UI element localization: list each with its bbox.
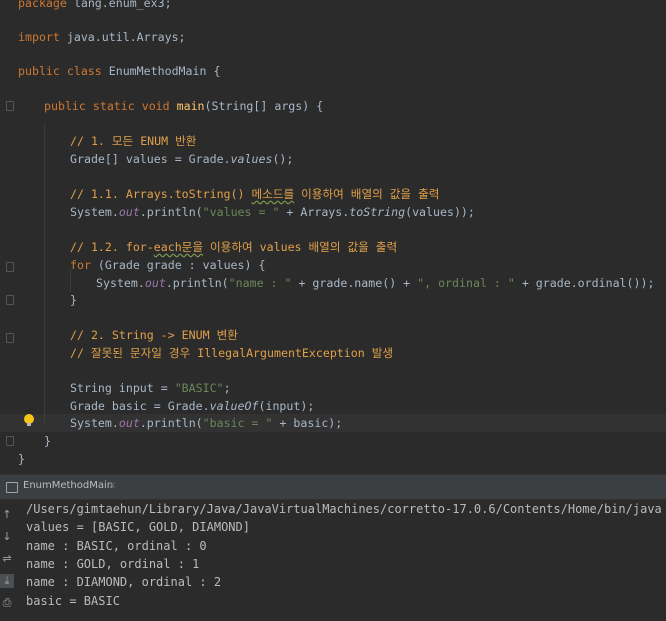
console-output-line: /Users/gimtaehun/Library/Java/JavaVirtua…	[26, 502, 662, 516]
close-tab-icon[interactable]: ×	[108, 480, 116, 491]
scroll-up-icon[interactable]: ↑	[0, 508, 14, 522]
console-output-line: values = [BASIC, GOLD, DIAMOND]	[26, 520, 250, 534]
code-comment: // 1.2. for-each문을 이용하여 values 배열의 값을 출력	[70, 240, 398, 254]
run-tool-window: EnumMethodMain × ↑ ↓ ⇌ ⤓ ⎙ /Users/gimtae…	[0, 474, 666, 621]
code-line: public static void main(String[] args) {	[44, 99, 324, 113]
fold-marker-icon[interactable]	[6, 436, 14, 446]
run-tab-bar: EnumMethodMain ×	[0, 474, 666, 500]
code-comment: // 잘못된 문자일 경우 IllegalArgumentException 발…	[70, 346, 394, 360]
code-line: System.out.println("name : " + grade.nam…	[96, 276, 655, 290]
code-line: System.out.println("basic = " + basic);	[70, 416, 343, 430]
console-output-line: name : DIAMOND, ordinal : 2	[26, 575, 222, 589]
code-line: }	[18, 452, 25, 466]
fold-marker-icon[interactable]	[6, 262, 14, 272]
fold-marker-icon[interactable]	[6, 101, 14, 111]
soft-wrap-icon[interactable]: ⇌	[0, 552, 14, 566]
console-output-line: name : GOLD, ordinal : 1	[26, 557, 200, 571]
scroll-down-icon[interactable]: ↓	[0, 530, 14, 544]
code-line: public class EnumMethodMain {	[18, 64, 221, 78]
scroll-to-end-icon[interactable]: ⤓	[0, 574, 14, 588]
code-line: Grade[] values = Grade.values();	[70, 152, 294, 166]
code-line: System.out.println("values = " + Arrays.…	[70, 205, 475, 219]
code-line: import java.util.Arrays;	[18, 30, 186, 44]
indent-guide	[44, 124, 45, 426]
fold-marker-icon[interactable]	[6, 295, 14, 305]
code-comment: // 1.1. Arrays.toString() 메소드를 이용하여 배열의 …	[70, 187, 440, 201]
code-line: package lang.enum_ex3;	[18, 0, 172, 10]
run-toolbar: ↑ ↓ ⇌ ⤓ ⎙	[0, 500, 14, 621]
editor-gutter	[0, 0, 14, 474]
code-comment: // 2. String -> ENUM 변환	[70, 328, 238, 342]
console-output-line: basic = BASIC	[26, 594, 120, 608]
fold-marker-icon[interactable]	[6, 333, 14, 343]
console-icon	[6, 482, 18, 493]
code-line: Grade basic = Grade.valueOf(input);	[70, 399, 315, 413]
code-line: String input = "BASIC";	[70, 381, 231, 395]
code-comment: // 1. 모든 ENUM 반환	[70, 134, 197, 148]
code-editor[interactable]: package lang.enum_ex3; import java.util.…	[0, 0, 666, 474]
print-icon[interactable]: ⎙	[0, 596, 14, 610]
run-tab-label[interactable]: EnumMethodMain	[23, 480, 113, 491]
code-line: }	[44, 434, 51, 448]
code-line: }	[70, 293, 77, 307]
console-output-line: name : BASIC, ordinal : 0	[26, 539, 207, 553]
lightbulb-intention-icon[interactable]	[24, 414, 34, 426]
code-line: for (Grade grade : values) {	[70, 258, 266, 272]
